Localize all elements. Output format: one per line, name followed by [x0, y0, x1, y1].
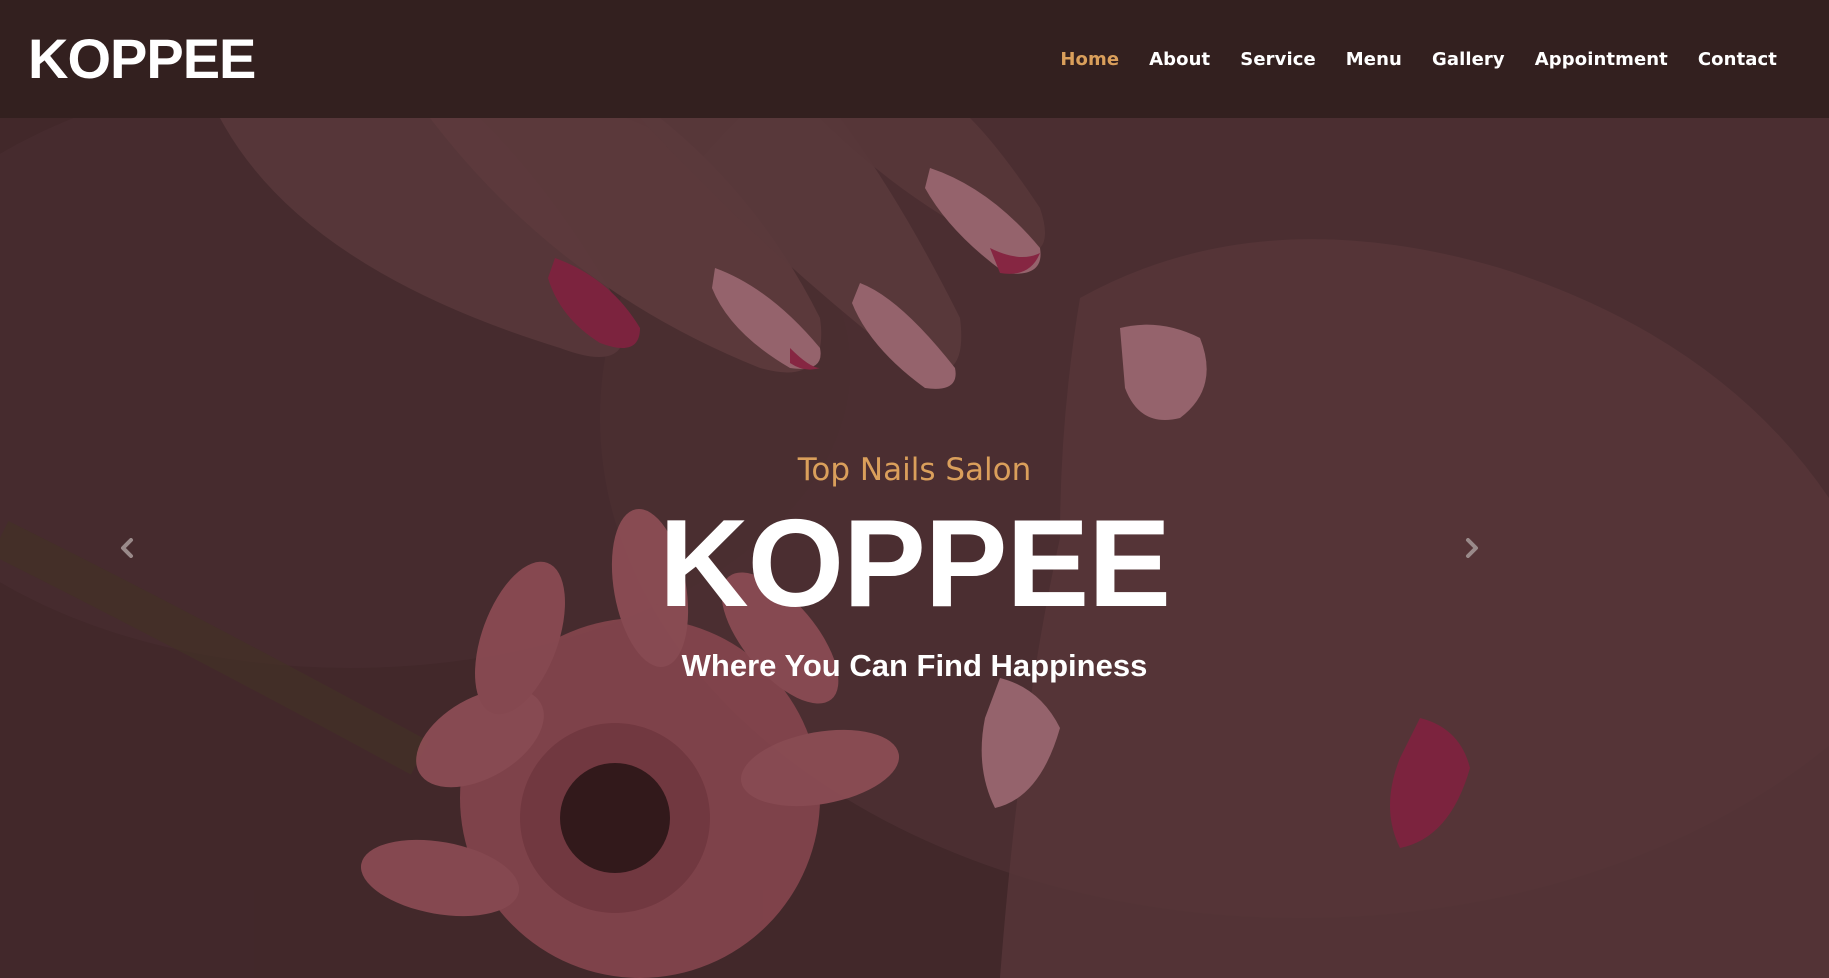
brand-logo[interactable]: KOPPEE — [28, 31, 256, 87]
carousel-prev-button[interactable] — [107, 528, 147, 568]
hero-carousel: Top Nails Salon KOPPEE Where You Can Fin… — [0, 118, 1829, 978]
navbar: KOPPEE Home About Service Menu Gallery A… — [0, 0, 1829, 118]
main-nav: Home About Service Menu Gallery Appointm… — [1060, 49, 1777, 70]
hero-tagline: Where You Can Find Happiness — [681, 648, 1148, 683]
chevron-left-icon — [121, 538, 133, 558]
nav-link-appointment[interactable]: Appointment — [1535, 49, 1668, 70]
nav-link-about[interactable]: About — [1149, 49, 1210, 70]
nav-link-gallery[interactable]: Gallery — [1432, 49, 1505, 70]
page: KOPPEE Home About Service Menu Gallery A… — [0, 0, 1829, 978]
nav-link-contact[interactable]: Contact — [1698, 49, 1777, 70]
nav-link-menu[interactable]: Menu — [1346, 49, 1402, 70]
hero-subtitle: Top Nails Salon — [797, 452, 1032, 488]
hero-headline: KOPPEE — [659, 495, 1171, 633]
nav-link-home[interactable]: Home — [1060, 49, 1119, 70]
chevron-right-icon — [1466, 538, 1478, 558]
hero-caption: Top Nails Salon KOPPEE Where You Can Fin… — [0, 118, 1829, 978]
carousel-next-button[interactable] — [1452, 528, 1492, 568]
nav-link-service[interactable]: Service — [1240, 49, 1316, 70]
